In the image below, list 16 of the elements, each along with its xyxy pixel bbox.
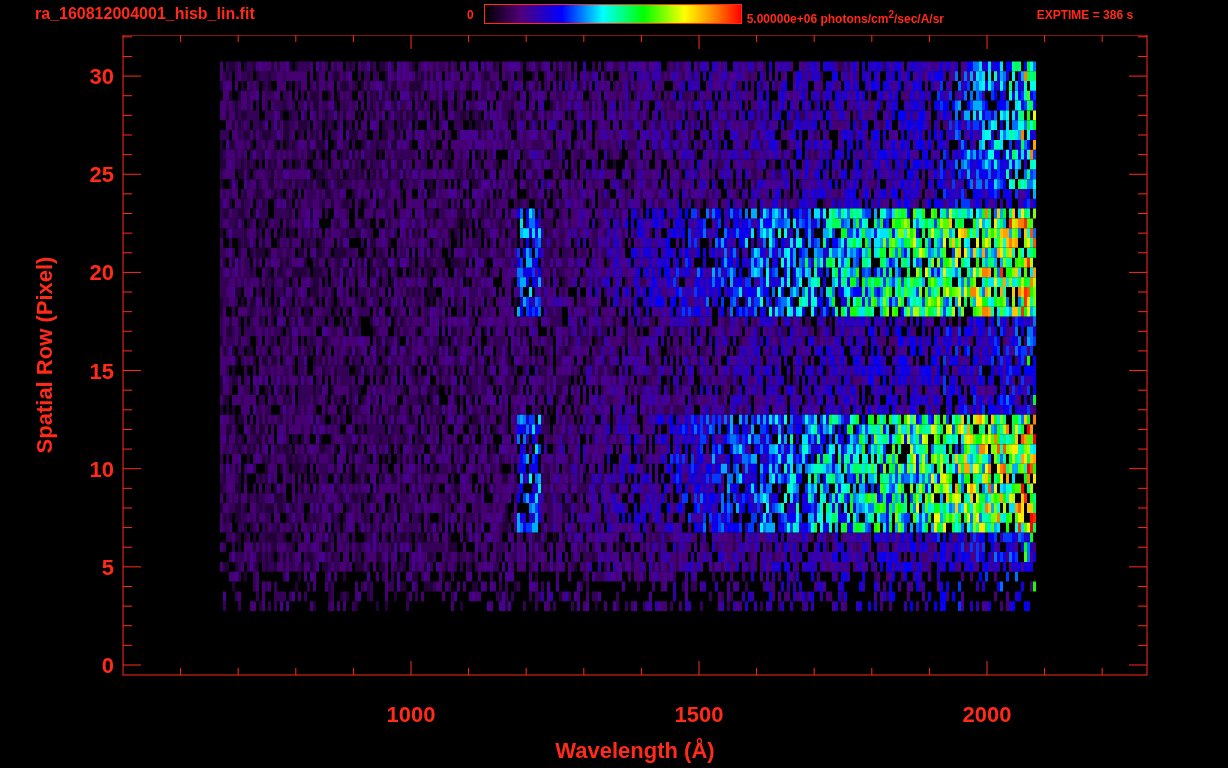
x-tick-label: 1500 — [674, 702, 724, 727]
y-tick-label: 20 — [89, 260, 114, 286]
file-title: ra_160812004001_hisb_lin.fit — [35, 4, 256, 24]
y-tick-label: 25 — [89, 162, 114, 188]
y-tick-label: 5 — [101, 554, 114, 580]
y-tick-label: 0 — [101, 653, 114, 678]
colorbar-max-label: 5.00000e+06 photons/cm$^{2}$/sec/A/sr — [746, 8, 946, 28]
x-tick-label: 1000 — [386, 702, 436, 727]
y-tick-label: 30 — [89, 64, 114, 90]
y-axis-title: Spatial Row (Pixel) — [32, 256, 57, 454]
x-axis-title: Wavelength (Å) — [555, 738, 715, 763]
colorbar-min-label: 0 — [467, 7, 474, 24]
y-tick-label: 10 — [89, 456, 114, 482]
y-tick-label: 15 — [89, 358, 114, 384]
x-tick-label: 2000 — [962, 702, 1012, 727]
exposure-time: EXPTIME = 386 s — [1036, 7, 1134, 24]
